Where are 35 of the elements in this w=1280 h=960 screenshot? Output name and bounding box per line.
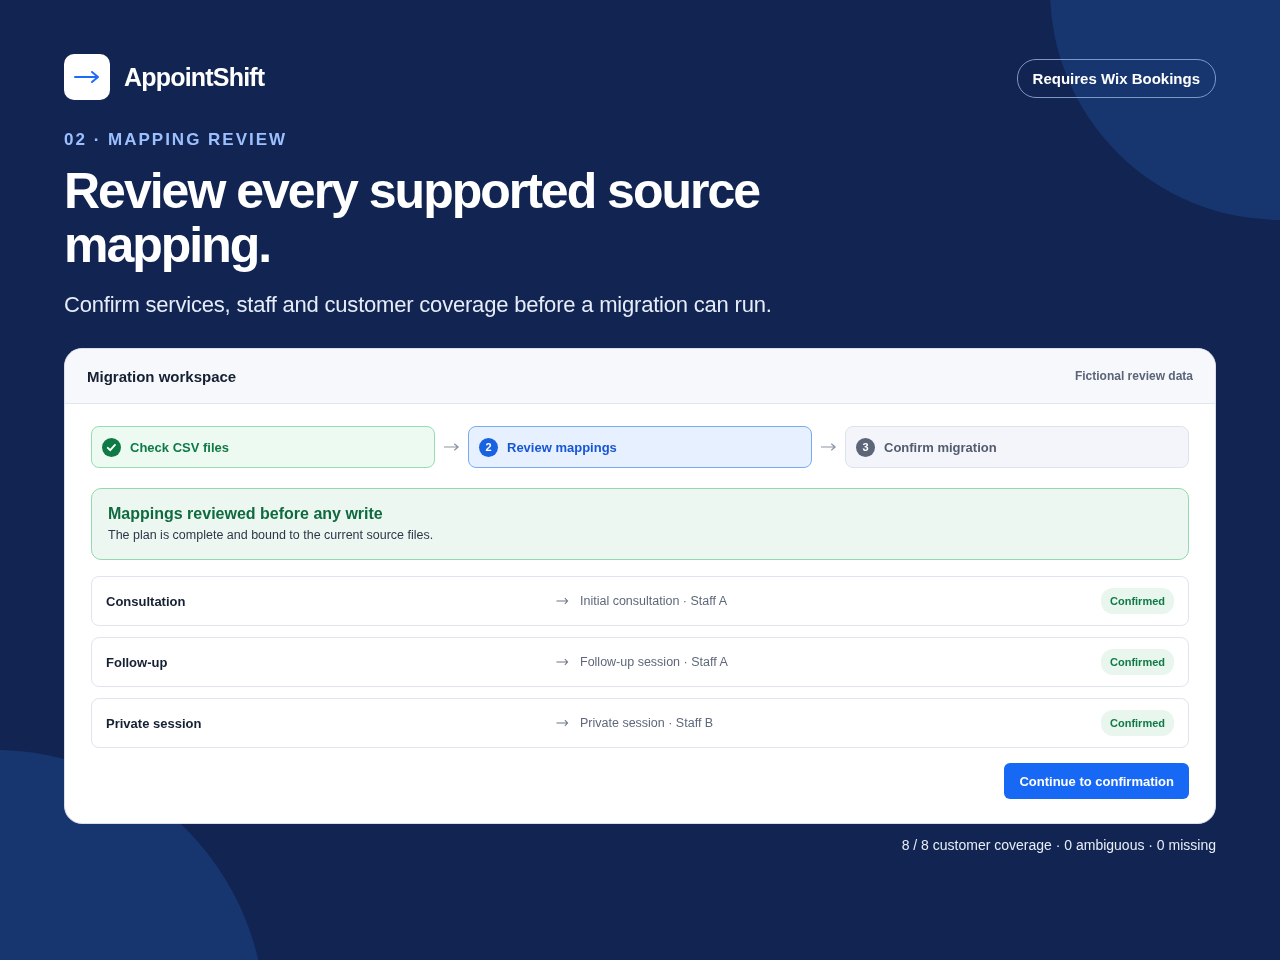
step-number: 3	[856, 437, 875, 457]
step-label: Review mappings	[507, 439, 617, 455]
status-badge: Confirmed	[1101, 710, 1174, 736]
step-tab[interactable]: 3 Confirm migration	[845, 426, 1189, 468]
arrow-icon	[556, 719, 569, 727]
headline: Review every supported source mapping.	[64, 164, 761, 272]
card-title: Migration workspace	[87, 367, 237, 385]
section-eyebrow: 02 · MAPPING REVIEW	[64, 130, 289, 150]
subtitle: Confirm services, staff and customer coverage before a migration can run.	[64, 292, 773, 318]
brand-name: AppointShift	[124, 62, 265, 92]
card-note: Fictional review data	[1074, 369, 1193, 383]
source-name: Follow-up	[106, 654, 169, 670]
logo-icon	[64, 54, 110, 100]
arrow-icon	[556, 597, 569, 605]
status-badge: Confirmed	[1101, 649, 1174, 675]
step-tab[interactable]: Check CSV files	[91, 426, 435, 468]
source-name: Consultation	[106, 593, 187, 609]
arrow-icon	[556, 658, 569, 666]
step-label: Confirm migration	[884, 439, 997, 455]
step-number: 2	[479, 437, 498, 457]
continue-button[interactable]: Continue to confirmation	[1004, 763, 1189, 799]
notice-title: Mappings reviewed before any write	[108, 505, 384, 523]
step-label: Check CSV files	[130, 439, 229, 455]
target-mapping: Follow-up session · Staff A	[580, 655, 728, 669]
arrow-icon	[820, 442, 837, 452]
arrow-icon	[443, 442, 460, 452]
coverage-summary: 8 / 8 customer coverage · 0 ambiguous · 0 missing	[900, 837, 1216, 853]
notice-text: The plan is complete and bound to the current source files.	[108, 528, 435, 542]
target-mapping: Private session · Staff B	[580, 716, 714, 730]
source-name: Private session	[106, 715, 203, 731]
check-icon	[102, 437, 121, 457]
target-mapping: Initial consultation · Staff A	[580, 594, 728, 608]
status-badge: Confirmed	[1101, 588, 1174, 614]
step-tab[interactable]: 2 Review mappings	[468, 426, 812, 468]
requirement-badge: Requires Wix Bookings	[1016, 58, 1216, 98]
